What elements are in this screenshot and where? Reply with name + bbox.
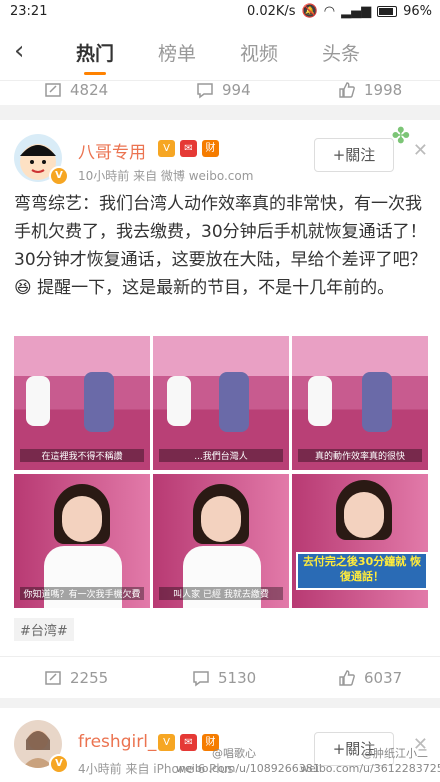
tab-video[interactable]: 视频 <box>240 39 278 66</box>
guest-figure <box>219 372 249 432</box>
image-caption-5: 叫人家 已經 我就去繳費 <box>159 587 283 600</box>
wifi-icon: ◠ <box>323 4 336 19</box>
watermark-4: weibo.com/u/3612283725 <box>300 762 440 775</box>
image-caption-1: 在這裡我不得不稱讚 <box>20 449 144 462</box>
next-username[interactable]: freshgirl_ <box>78 732 156 752</box>
face-shape <box>62 496 102 542</box>
face-shape <box>201 496 241 542</box>
repost-count: 2255 <box>70 669 109 687</box>
comment-icon <box>197 83 213 99</box>
prev-comment-count: 994 <box>222 81 251 99</box>
repost-icon <box>45 671 61 685</box>
prev-repost-button[interactable]: 4824 <box>44 81 108 99</box>
post-image-3[interactable]: 真的動作效率真的很快 <box>292 336 428 470</box>
host-figure <box>26 376 50 426</box>
comment-count: 5130 <box>218 669 257 687</box>
watermark-3: @肿纸江小二 <box>362 747 428 760</box>
post-meta: 10小時前 来自 微博 weibo.com <box>78 169 254 183</box>
tab-ranking[interactable]: 榜单 <box>158 39 196 66</box>
red-envelope-icon: ✉ <box>180 734 197 751</box>
weibo-post-card: V 八哥专用 V ✉ 财 10小時前 来自 微博 weibo.com ✤ +關注… <box>0 120 440 698</box>
battery-icon <box>377 6 398 17</box>
post-text-main: 弯弯综艺：我们台湾人动作效率真的非常快，有一次我手机欠费了，我去缴费，30分钟后… <box>14 194 427 270</box>
vip-badge-icon: V <box>158 734 175 751</box>
image-caption-3: 真的動作效率真的很快 <box>298 449 422 462</box>
post-image-2[interactable]: ...我們台灣人 <box>153 336 289 470</box>
top-nav: ‹ 热门 榜单 视频 头条 <box>0 24 440 80</box>
face-shape <box>344 492 384 538</box>
close-icon[interactable]: ✕ <box>413 140 428 161</box>
status-bar: 23:21 0.02K/s 🔕 ◠ ▂▄▆ 96% <box>0 0 440 24</box>
network-speed: 0.02K/s <box>246 4 296 19</box>
repost-icon <box>45 83 61 97</box>
post-image-1[interactable]: 在這裡我不得不稱讚 <box>14 336 150 470</box>
like-count: 6037 <box>364 669 403 687</box>
vip-badge-icon: V <box>158 140 175 157</box>
clover-decoration-icon: ✤ <box>391 124 410 149</box>
repost-button[interactable]: 2255 <box>44 669 108 687</box>
prev-like-button[interactable]: 1998 <box>338 81 402 99</box>
post-text-note: 提醒一下，这是最新的节目，不是十几年前的。 <box>31 278 395 298</box>
follow-button[interactable]: +關注 <box>314 138 394 172</box>
previous-post-actions: 4824 994 1998 <box>0 80 440 105</box>
like-icon <box>339 670 355 686</box>
watermark-1: @唱歌心 <box>212 747 256 760</box>
comment-icon <box>193 671 209 687</box>
like-button[interactable]: 6037 <box>338 669 402 687</box>
verified-badge-icon: V <box>49 754 69 774</box>
prev-comment-button[interactable]: 994 <box>196 81 251 99</box>
post-image-4[interactable]: 你知道嗎？有一次我手機欠費 <box>14 474 150 608</box>
fortune-badge-icon: 财 <box>202 140 219 157</box>
image-caption-2: ...我們台灣人 <box>159 449 283 462</box>
guest-figure <box>84 372 114 432</box>
image-caption-4: 你知道嗎？有一次我手機欠費 <box>20 587 144 600</box>
post-text: 弯弯综艺：我们台湾人动作效率真的非常快，有一次我手机欠费了，我去缴费，30分钟后… <box>14 190 428 302</box>
tab-headlines[interactable]: 头条 <box>322 39 360 66</box>
post-actions: 2255 5130 6037 <box>0 656 440 699</box>
topic-tag[interactable]: #台湾# <box>14 618 74 641</box>
back-icon[interactable]: ‹ <box>14 38 24 64</box>
emoji: 😆 <box>14 278 32 298</box>
signal-icon: ▂▄▆ <box>341 4 372 19</box>
tab-hot[interactable]: 热门 <box>76 39 115 75</box>
host-figure <box>167 376 191 426</box>
host-figure <box>308 376 332 426</box>
guest-figure <box>362 372 392 432</box>
like-icon <box>339 82 355 98</box>
battery-percent: 96% <box>403 4 432 19</box>
prev-repost-count: 4824 <box>70 81 109 99</box>
prev-like-count: 1998 <box>364 81 403 99</box>
active-tab-indicator <box>84 72 107 75</box>
post-image-6[interactable]: 去付完之後30分鐘就 恢復通話！ <box>292 474 428 608</box>
status-time: 23:21 <box>10 4 48 19</box>
status-right: 0.02K/s 🔕 ◠ ▂▄▆ 96% <box>247 4 432 19</box>
image-grid: 在這裡我不得不稱讚 ...我們台灣人 真的動作效率真的很快 你知道嗎？有一次我手… <box>14 336 428 608</box>
post-image-5[interactable]: 叫人家 已經 我就去繳費 <box>153 474 289 608</box>
highlight-caption-box: 去付完之後30分鐘就 恢復通話！ <box>296 552 428 590</box>
comment-button[interactable]: 5130 <box>192 669 256 687</box>
verified-badge-icon: V <box>49 166 69 186</box>
mute-icon: 🔕 <box>301 4 318 19</box>
username[interactable]: 八哥专用 <box>78 138 146 163</box>
watermark-2: weibo.com/u/1089266381 <box>176 762 320 775</box>
red-envelope-icon: ✉ <box>180 140 197 157</box>
tab-hot-label: 热门 <box>76 43 115 65</box>
